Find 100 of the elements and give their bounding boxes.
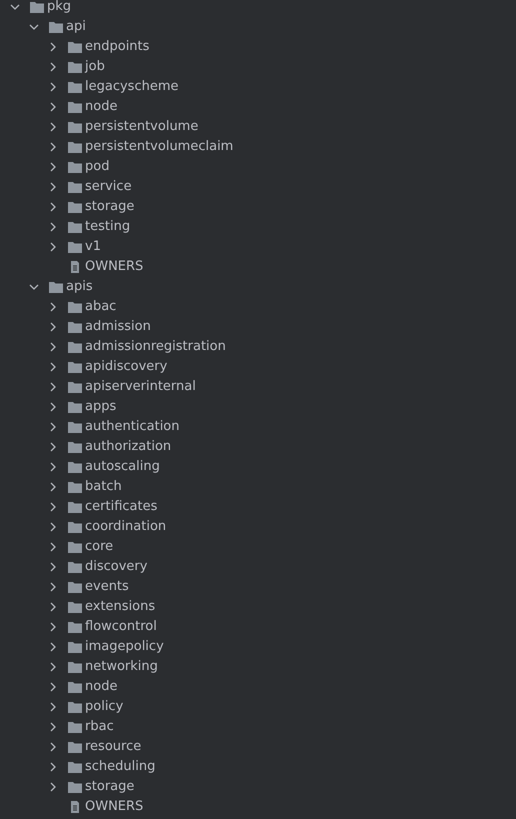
file-name[interactable]: OWNERS: [85, 799, 144, 815]
folder-name[interactable]: api: [66, 19, 86, 35]
chevron-right-icon[interactable]: [48, 42, 58, 52]
folder-name[interactable]: imagepolicy: [85, 639, 164, 655]
folder-icon: [30, 1, 44, 13]
chevron-right-icon[interactable]: [48, 162, 58, 172]
chevron-right-icon[interactable]: [48, 562, 58, 572]
folder-name[interactable]: batch: [85, 479, 122, 495]
folder-icon: [68, 521, 82, 533]
chevron-down-icon[interactable]: [29, 282, 39, 292]
chevron-right-icon[interactable]: [48, 102, 58, 112]
folder-name[interactable]: admissionregistration: [85, 339, 226, 355]
folder-name[interactable]: networking: [85, 659, 158, 675]
chevron-right-icon[interactable]: [48, 222, 58, 232]
chevron-right-icon[interactable]: [48, 762, 58, 772]
chevron-right-icon[interactable]: [48, 722, 58, 732]
folder-icon: [49, 281, 63, 293]
folder-icon: [68, 581, 82, 593]
folder-icon: [49, 21, 63, 33]
chevron-right-icon[interactable]: [48, 482, 58, 492]
folder-name[interactable]: testing: [85, 219, 130, 235]
chevron-down-icon[interactable]: [29, 22, 39, 32]
chevron-right-icon[interactable]: [48, 742, 58, 752]
chevron-down-icon[interactable]: [10, 2, 20, 12]
folder-name[interactable]: resource: [85, 739, 142, 755]
chevron-right-icon[interactable]: [48, 702, 58, 712]
folder-name[interactable]: persistentvolumeclaim: [85, 139, 234, 155]
chevron-right-icon[interactable]: [48, 202, 58, 212]
folder-name[interactable]: endpoints: [85, 39, 150, 55]
chevron-right-icon[interactable]: [48, 62, 58, 72]
folder-name[interactable]: service: [85, 179, 132, 195]
chevron-right-icon[interactable]: [48, 662, 58, 672]
chevron-right-icon[interactable]: [48, 242, 58, 252]
folder-icon: [68, 741, 82, 753]
folder-icon: [68, 141, 82, 153]
folder-name[interactable]: pkg: [47, 0, 72, 15]
chevron-right-icon[interactable]: [48, 362, 58, 372]
folder-name[interactable]: discovery: [85, 559, 148, 575]
chevron-right-icon[interactable]: [48, 782, 58, 792]
file-name[interactable]: OWNERS: [85, 259, 144, 275]
chevron-right-icon[interactable]: [48, 622, 58, 632]
chevron-right-icon[interactable]: [48, 322, 58, 332]
folder-icon: [68, 301, 82, 313]
folder-name[interactable]: apis: [66, 279, 93, 295]
folder-icon: [68, 621, 82, 633]
folder-name[interactable]: legacyscheme: [85, 79, 178, 95]
folder-name[interactable]: storage: [85, 199, 134, 215]
folder-icon: [68, 701, 82, 713]
chevron-right-icon[interactable]: [48, 642, 58, 652]
folder-name[interactable]: node: [85, 99, 118, 115]
folder-name[interactable]: job: [85, 59, 105, 75]
folder-icon: [68, 41, 82, 53]
chevron-right-icon[interactable]: [48, 682, 58, 692]
folder-icon: [68, 501, 82, 513]
folder-name[interactable]: abac: [85, 299, 116, 315]
folder-icon: [68, 721, 82, 733]
chevron-right-icon[interactable]: [48, 582, 58, 592]
folder-icon: [68, 541, 82, 553]
folder-name[interactable]: storage: [85, 779, 134, 795]
chevron-right-icon[interactable]: [48, 442, 58, 452]
folder-icon: [68, 421, 82, 433]
folder-name[interactable]: apps: [85, 399, 116, 415]
folder-name[interactable]: flowcontrol: [85, 619, 157, 635]
folder-name[interactable]: node: [85, 679, 118, 695]
folder-name[interactable]: policy: [85, 699, 124, 715]
folder-name[interactable]: extensions: [85, 599, 156, 615]
folder-name[interactable]: events: [85, 579, 129, 595]
chevron-right-icon[interactable]: [48, 542, 58, 552]
chevron-right-icon[interactable]: [48, 342, 58, 352]
folder-name[interactable]: scheduling: [85, 759, 156, 775]
folder-name[interactable]: coordination: [85, 519, 166, 535]
folder-name[interactable]: rbac: [85, 719, 114, 735]
file-icon: [68, 801, 82, 813]
folder-name[interactable]: autoscaling: [85, 459, 160, 475]
folder-name[interactable]: persistentvolume: [85, 119, 198, 135]
folder-name[interactable]: v1: [85, 239, 101, 255]
chevron-right-icon[interactable]: [48, 142, 58, 152]
folder-icon: [68, 401, 82, 413]
folder-name[interactable]: admission: [85, 319, 151, 335]
chevron-right-icon[interactable]: [48, 302, 58, 312]
folder-icon: [68, 321, 82, 333]
chevron-right-icon[interactable]: [48, 522, 58, 532]
folder-name[interactable]: core: [85, 539, 114, 555]
folder-name[interactable]: pod: [85, 159, 110, 175]
folder-name[interactable]: authentication: [85, 419, 180, 435]
chevron-right-icon[interactable]: [48, 422, 58, 432]
folder-icon: [68, 101, 82, 113]
chevron-right-icon[interactable]: [48, 182, 58, 192]
chevron-right-icon[interactable]: [48, 402, 58, 412]
chevron-right-icon[interactable]: [48, 82, 58, 92]
folder-name[interactable]: certificates: [85, 499, 158, 515]
chevron-right-icon[interactable]: [48, 462, 58, 472]
chevron-right-icon[interactable]: [48, 502, 58, 512]
folder-name[interactable]: apidiscovery: [85, 359, 168, 375]
chevron-right-icon[interactable]: [48, 122, 58, 132]
chevron-right-icon[interactable]: [48, 602, 58, 612]
folder-name[interactable]: apiserverinternal: [85, 379, 196, 395]
folder-name[interactable]: authorization: [85, 439, 172, 455]
chevron-right-icon[interactable]: [48, 382, 58, 392]
folder-icon: [68, 61, 82, 73]
